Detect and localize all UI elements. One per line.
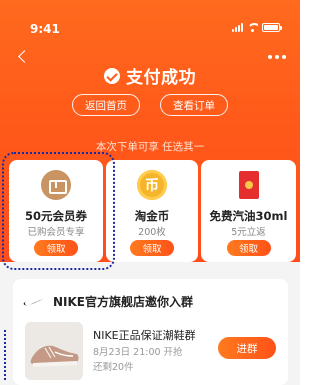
join-group-button[interactable]: 进群 xyxy=(218,337,276,359)
check-circle-icon xyxy=(104,67,120,84)
wifi-icon xyxy=(247,23,258,32)
reward-title: 免费汽油30ml xyxy=(209,209,288,223)
page-title: 支付成功 xyxy=(0,63,300,88)
page-title-text: 支付成功 xyxy=(126,68,196,88)
reward-card-coins[interactable]: 币 淘金币 200枚 领取 xyxy=(106,160,198,262)
status-time: 9:41 xyxy=(30,22,60,36)
coin-icon: 币 xyxy=(137,170,167,200)
claim-button[interactable]: 领取 xyxy=(226,240,271,256)
status-icons xyxy=(232,23,282,32)
shop-invite-card: NIKE官方旗舰店邀你入群 NIKE正品保证潮鞋群 8月23日 21:00 开抢… xyxy=(13,279,288,385)
more-icon[interactable] xyxy=(268,55,286,59)
reward-title: 淘金币 xyxy=(134,209,170,223)
group-name: NIKE正品保证潮鞋群 xyxy=(93,329,196,342)
nike-logo-icon xyxy=(23,298,44,305)
view-order-button[interactable]: 查看订单 xyxy=(160,94,228,116)
shoe-image xyxy=(25,322,83,380)
claim-button[interactable]: 领取 xyxy=(130,240,174,256)
highlight-outline xyxy=(2,152,115,270)
back-icon[interactable] xyxy=(16,50,30,64)
product-thumbnail xyxy=(25,322,83,380)
back-home-button[interactable]: 返回首页 xyxy=(72,94,140,116)
shop-title: NIKE官方旗舰店邀你入群 xyxy=(53,295,194,309)
highlight-marker xyxy=(4,330,6,380)
shop-header: NIKE官方旗舰店邀你入群 xyxy=(23,293,193,310)
header-actions: 返回首页 查看订单 xyxy=(0,94,300,116)
group-remaining: 还剩20件 xyxy=(93,362,134,373)
reward-card-gasoline[interactable]: 免费汽油30ml 5元立返 领取 xyxy=(201,160,296,262)
group-start-time: 8月23日 21:00 开抢 xyxy=(93,347,183,358)
battery-icon xyxy=(262,23,282,32)
reward-subtitle: 200枚 xyxy=(138,227,166,238)
payment-success-screen: 9:41 支付成功 返回首页 查看订单 本次下单可享 任选其一 50元会员券 已… xyxy=(0,0,300,385)
red-envelope-icon xyxy=(238,171,259,199)
reward-subtitle: 5元立返 xyxy=(231,227,266,238)
signal-icon xyxy=(232,23,243,32)
